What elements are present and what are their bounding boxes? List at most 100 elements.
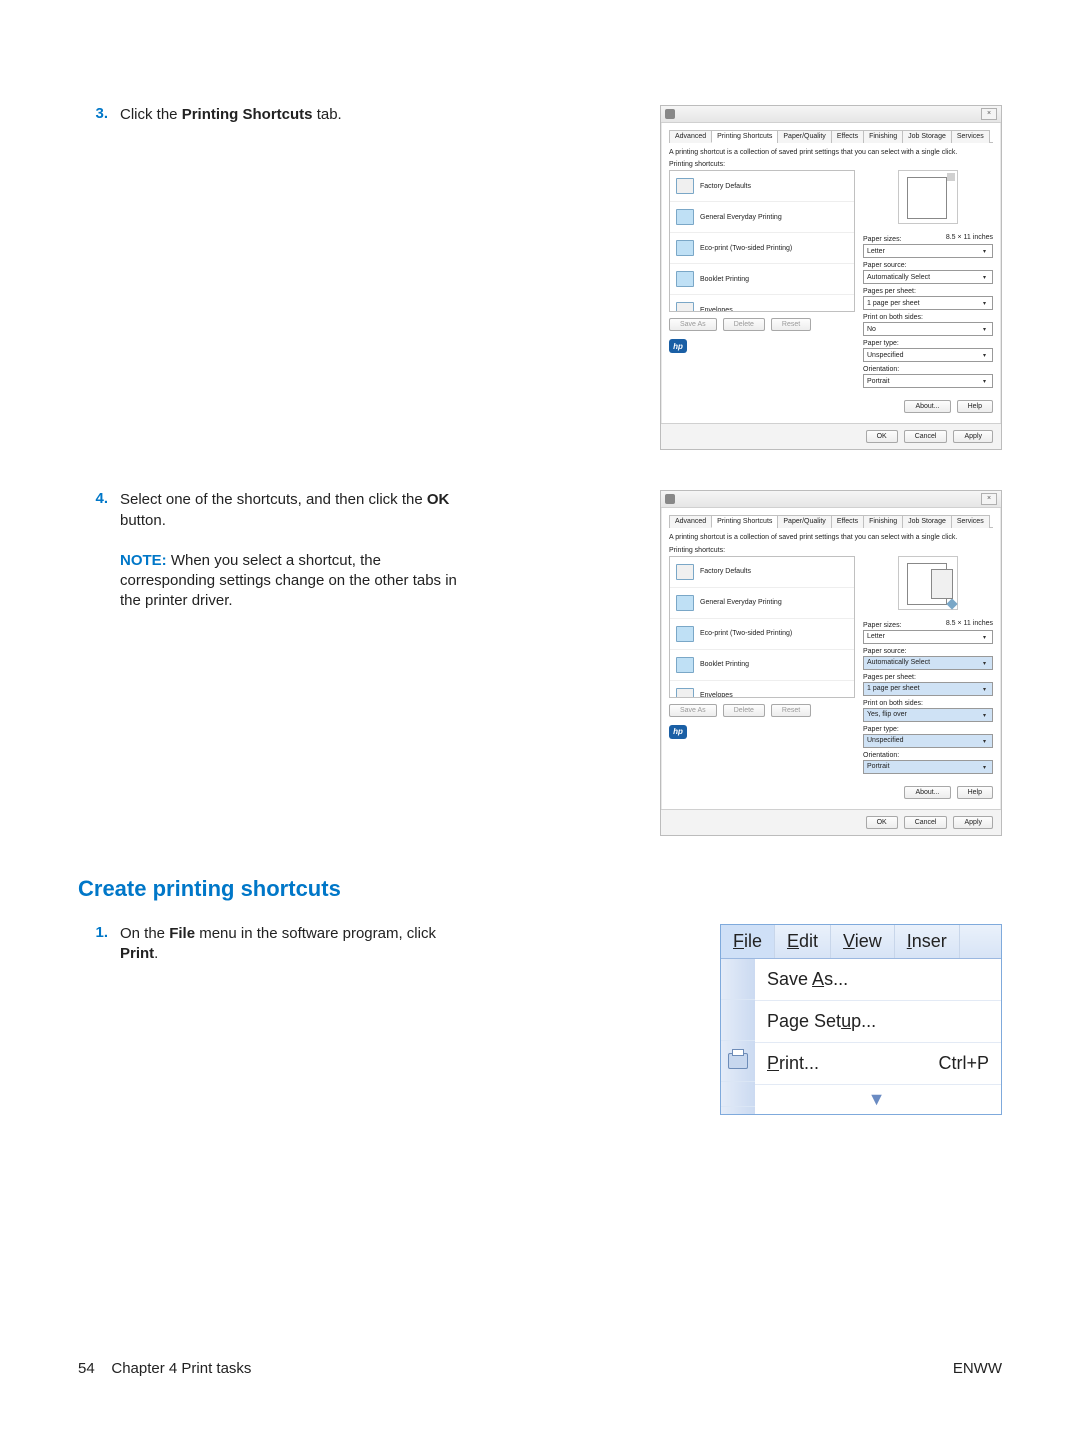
tab-printing-shortcuts[interactable]: Printing Shortcuts bbox=[711, 130, 778, 143]
save-as-button[interactable]: Save As bbox=[669, 318, 717, 331]
tab-paper-quality[interactable]: Paper/Quality bbox=[777, 515, 831, 528]
dropdown-value: Portrait bbox=[867, 763, 890, 770]
shortcut-text: Booklet Printing bbox=[700, 661, 749, 668]
menu-file[interactable]: File bbox=[721, 925, 775, 958]
ok-button[interactable]: OK bbox=[866, 430, 898, 443]
list-item[interactable]: Envelopes bbox=[670, 295, 854, 312]
reset-button[interactable]: Reset bbox=[771, 318, 811, 331]
list-item[interactable]: Booklet Printing bbox=[670, 264, 854, 295]
pages-per-sheet-dropdown[interactable]: 1 page per sheet▾ bbox=[863, 682, 993, 696]
apply-button[interactable]: Apply bbox=[953, 816, 993, 829]
paper-type-dropdown[interactable]: Unspecified▾ bbox=[863, 734, 993, 748]
page-preview bbox=[898, 170, 958, 224]
tab-job-storage[interactable]: Job Storage bbox=[902, 515, 952, 528]
tab-services[interactable]: Services bbox=[951, 130, 990, 143]
menu-view[interactable]: View bbox=[831, 925, 895, 958]
create-step1-number: 1. bbox=[78, 924, 120, 941]
list-item[interactable]: General Everyday Printing bbox=[670, 202, 854, 233]
paper-type-dropdown[interactable]: Unspecified▾ bbox=[863, 348, 993, 362]
shortcut-icon bbox=[676, 626, 694, 642]
tab-printing-shortcuts[interactable]: Printing Shortcuts bbox=[711, 515, 778, 528]
tab-effects[interactable]: Effects bbox=[831, 130, 864, 143]
step4-text: Select one of the shortcuts, and then cl… bbox=[120, 490, 478, 531]
menu-item-page-setup[interactable]: Page Setup... bbox=[755, 1001, 1001, 1043]
paper-source-label: Paper source: bbox=[863, 648, 993, 655]
list-item[interactable]: General Everyday Printing bbox=[670, 588, 854, 619]
shortcut-icon bbox=[676, 240, 694, 256]
print-icon bbox=[728, 1053, 748, 1069]
paper-source-dropdown[interactable]: Automatically Select▾ bbox=[863, 270, 993, 284]
shortcut-text: Eco-print (Two-sided Printing) bbox=[700, 245, 792, 252]
both-sides-dropdown[interactable]: Yes, flip over▾ bbox=[863, 708, 993, 722]
hp-icon: hp bbox=[669, 339, 687, 353]
shortcut-list[interactable]: Factory Defaults General Everyday Printi… bbox=[669, 170, 855, 312]
shortcut-icon bbox=[676, 564, 694, 580]
menu-item-save-as[interactable]: Save As... bbox=[755, 959, 1001, 1001]
menu-insert[interactable]: Inser bbox=[895, 925, 960, 958]
help-button[interactable]: Help bbox=[957, 400, 993, 413]
delete-button[interactable]: Delete bbox=[723, 704, 765, 717]
shortcut-text: General Everyday Printing bbox=[700, 214, 782, 221]
help-button[interactable]: Help bbox=[957, 786, 993, 799]
shortcut-icon bbox=[676, 595, 694, 611]
tab-finishing[interactable]: Finishing bbox=[863, 130, 903, 143]
pages-per-sheet-dropdown[interactable]: 1 page per sheet▾ bbox=[863, 296, 993, 310]
list-item[interactable]: Envelopes bbox=[670, 681, 854, 698]
close-icon[interactable]: × bbox=[981, 493, 997, 505]
menu-item-print[interactable]: Print...Ctrl+P bbox=[755, 1043, 1001, 1085]
shortcut-icon bbox=[676, 302, 694, 312]
s1-b1: File bbox=[169, 925, 195, 942]
step4-note: NOTE: When you select a shortcut, the co… bbox=[120, 551, 478, 612]
pages-per-sheet-label: Pages per sheet: bbox=[863, 674, 993, 681]
shortcut-list[interactable]: Factory Defaults General Everyday Printi… bbox=[669, 556, 855, 698]
hp-logo: hp bbox=[669, 339, 855, 353]
chevron-down-icon: ▾ bbox=[983, 352, 989, 358]
list-item[interactable]: Factory Defaults bbox=[670, 557, 854, 588]
both-sides-dropdown[interactable]: No▾ bbox=[863, 322, 993, 336]
shortcut-icon bbox=[676, 178, 694, 194]
dropdown-value: Unspecified bbox=[867, 737, 904, 744]
apply-button[interactable]: Apply bbox=[953, 430, 993, 443]
tab-advanced[interactable]: Advanced bbox=[669, 515, 712, 528]
step4-pre: Select one of the shortcuts, and then cl… bbox=[120, 491, 427, 508]
both-sides-label: Print on both sides: bbox=[863, 700, 993, 707]
tab-services[interactable]: Services bbox=[951, 515, 990, 528]
about-button[interactable]: About... bbox=[904, 786, 950, 799]
shortcut-text: General Everyday Printing bbox=[700, 599, 782, 606]
section-title: Create printing shortcuts bbox=[78, 876, 1002, 902]
paper-size-dropdown[interactable]: Letter ▾ bbox=[863, 630, 993, 644]
tab-effects[interactable]: Effects bbox=[831, 515, 864, 528]
orientation-dropdown[interactable]: Portrait▾ bbox=[863, 760, 993, 774]
tab-paper-quality[interactable]: Paper/Quality bbox=[777, 130, 831, 143]
tab-advanced[interactable]: Advanced bbox=[669, 130, 712, 143]
paper-size-dropdown[interactable]: Letter▾ bbox=[863, 244, 993, 258]
list-item[interactable]: Factory Defaults bbox=[670, 171, 854, 202]
paper-source-dropdown[interactable]: Automatically Select▾ bbox=[863, 656, 993, 670]
menu-edit[interactable]: Edit bbox=[775, 925, 831, 958]
list-item[interactable]: Booklet Printing bbox=[670, 650, 854, 681]
chevron-down-icon: ▾ bbox=[983, 634, 989, 640]
footer-right: ENWW bbox=[953, 1360, 1002, 1377]
printer-icon bbox=[665, 109, 675, 119]
dropdown-value: No bbox=[867, 326, 876, 333]
note-text: When you select a shortcut, the correspo… bbox=[120, 552, 457, 610]
about-button[interactable]: About... bbox=[904, 400, 950, 413]
s1-pre: On the bbox=[120, 925, 169, 942]
cancel-button[interactable]: Cancel bbox=[904, 430, 948, 443]
list-item[interactable]: Eco-print (Two-sided Printing) bbox=[670, 233, 854, 264]
chevron-down-icon: ▾ bbox=[983, 660, 989, 666]
orientation-dropdown[interactable]: Portrait▾ bbox=[863, 374, 993, 388]
tab-job-storage[interactable]: Job Storage bbox=[902, 130, 952, 143]
menu-expand-icon[interactable]: ▼ bbox=[755, 1085, 1001, 1114]
dropdown-value: Letter bbox=[867, 633, 885, 640]
delete-button[interactable]: Delete bbox=[723, 318, 765, 331]
save-as-button[interactable]: Save As bbox=[669, 704, 717, 717]
close-icon[interactable]: × bbox=[981, 108, 997, 120]
step4-number: 4. bbox=[78, 490, 120, 507]
ok-button[interactable]: OK bbox=[866, 816, 898, 829]
list-item[interactable]: Eco-print (Two-sided Printing) bbox=[670, 619, 854, 650]
dialog-titlebar: × bbox=[661, 106, 1001, 123]
cancel-button[interactable]: Cancel bbox=[904, 816, 948, 829]
tab-finishing[interactable]: Finishing bbox=[863, 515, 903, 528]
reset-button[interactable]: Reset bbox=[771, 704, 811, 717]
